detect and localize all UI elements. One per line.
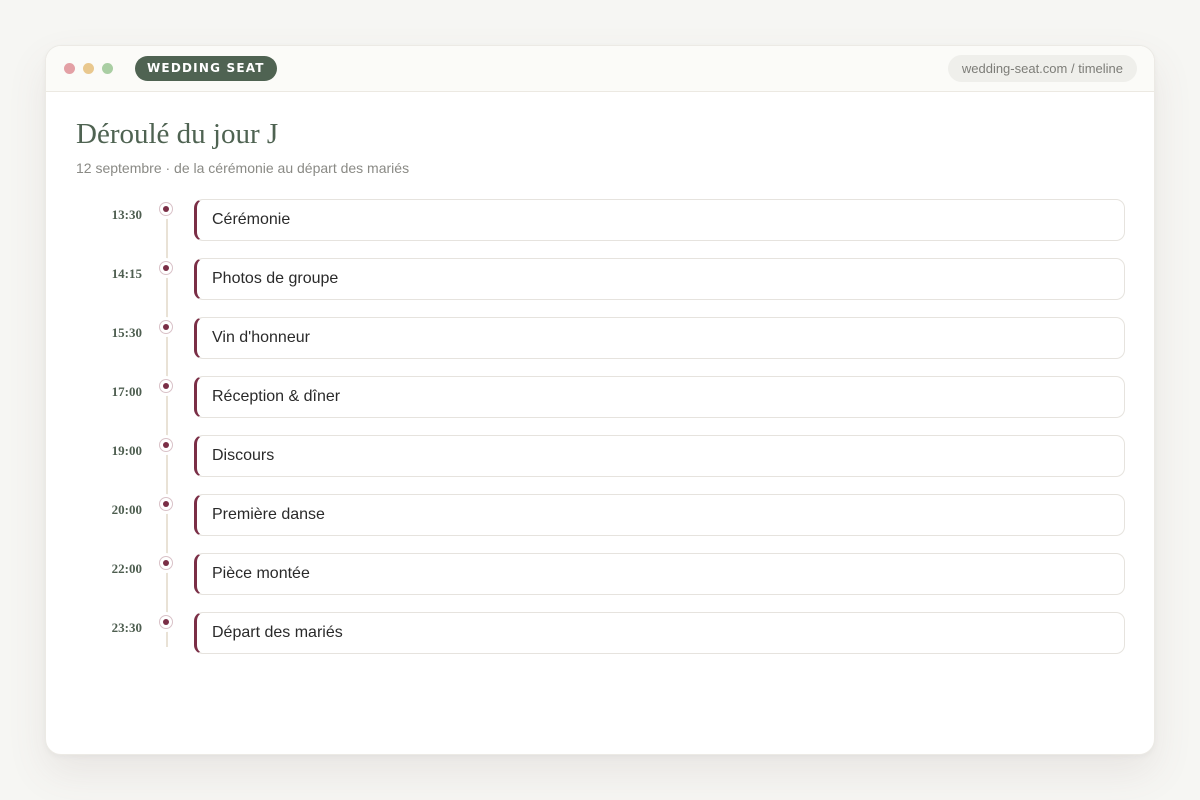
timeline-node-icon [159, 379, 173, 393]
timeline-event: 22:00 Pièce montée [46, 553, 1154, 597]
timeline-event: 17:00 Réception & dîner [46, 376, 1154, 420]
timeline-event: 23:30 Départ des mariés [46, 612, 1154, 656]
event-card[interactable]: Cérémonie [194, 199, 1125, 241]
event-time: 23:30 [111, 620, 142, 635]
close-window-button[interactable] [64, 63, 75, 74]
event-card[interactable]: Première danse [194, 494, 1125, 536]
event-label: Cérémonie [212, 211, 291, 228]
timeline-node-icon [159, 202, 173, 216]
timeline-node-icon [159, 615, 173, 629]
event-card[interactable]: Vin d'honneur [194, 317, 1125, 359]
timeline-node-icon [159, 438, 173, 452]
event-time: 13:30 [111, 207, 142, 222]
event-label: Première danse [212, 506, 325, 523]
timeline-event: 14:15 Photos de groupe [46, 258, 1154, 302]
timeline-node-icon [159, 497, 173, 511]
event-label: Pièce montée [212, 565, 310, 582]
event-card[interactable]: Pièce montée [194, 553, 1125, 595]
event-label: Photos de groupe [212, 270, 339, 287]
title-bar: WEDDING SEAT wedding-seat.com / timeline [46, 46, 1154, 92]
timeline-node-icon [159, 320, 173, 334]
timeline-event: 20:00 Première danse [46, 494, 1154, 538]
event-time: 17:00 [111, 384, 142, 399]
event-card[interactable]: Discours [194, 435, 1125, 477]
event-time: 19:00 [111, 443, 142, 458]
event-label: Réception & dîner [212, 388, 341, 405]
url-bar[interactable]: wedding-seat.com / timeline [947, 55, 1137, 82]
event-time: 20:00 [111, 502, 142, 517]
app-window: WEDDING SEAT wedding-seat.com / timeline… [45, 45, 1155, 755]
event-label: Départ des mariés [212, 624, 343, 641]
timeline-node-icon [159, 261, 173, 275]
page-subtitle: 12 septembre · de la cérémonie au départ… [76, 160, 410, 176]
event-card[interactable]: Réception & dîner [194, 376, 1125, 418]
event-card[interactable]: Photos de groupe [194, 258, 1125, 300]
timeline-event: 13:30 Cérémonie [46, 199, 1154, 243]
event-card[interactable]: Départ des mariés [194, 612, 1125, 654]
minimize-window-button[interactable] [83, 63, 94, 74]
timeline-event: 19:00 Discours [46, 435, 1154, 479]
maximize-window-button[interactable] [102, 63, 113, 74]
page-title: Déroulé du jour J [76, 118, 279, 150]
event-label: Vin d'honneur [212, 329, 310, 346]
event-label: Discours [212, 447, 275, 464]
timeline-node-icon [159, 556, 173, 570]
event-time: 22:00 [111, 561, 142, 576]
event-time: 15:30 [111, 325, 142, 340]
brand-badge[interactable]: WEDDING SEAT [135, 56, 277, 81]
timeline-event: 15:30 Vin d'honneur [46, 317, 1154, 361]
event-time: 14:15 [111, 266, 142, 281]
